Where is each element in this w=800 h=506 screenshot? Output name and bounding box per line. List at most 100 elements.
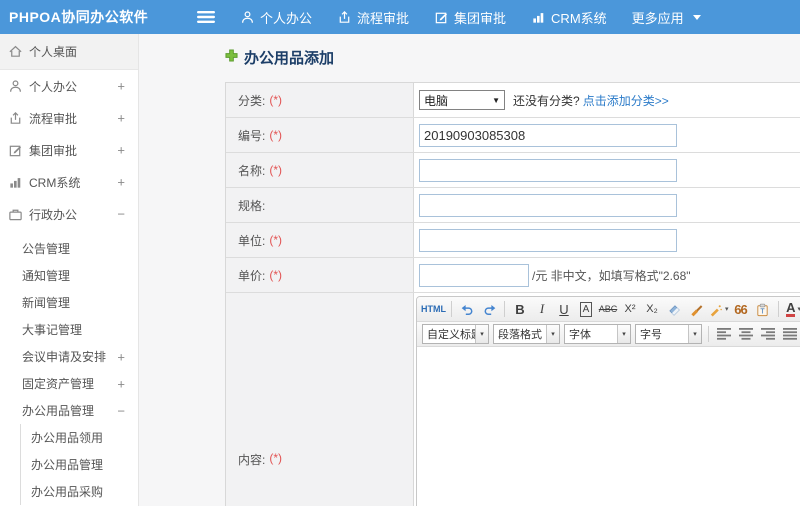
undo-button[interactable]	[457, 299, 477, 319]
expand-plus-icon[interactable]: +	[117, 376, 125, 391]
nav-workflow-approval[interactable]: 流程审批	[337, 8, 409, 27]
font-size-select[interactable]: 字号 ▾	[635, 324, 702, 344]
strikethrough-button[interactable]: ABC	[598, 299, 618, 319]
toolbar-separator	[504, 301, 505, 317]
autotypeset-button[interactable]: A	[576, 299, 596, 319]
required-asterisk: (*)	[269, 268, 283, 282]
sidebar-item-supplies-requisition[interactable]: 办公用品领用	[21, 424, 138, 451]
briefcase-icon	[8, 207, 23, 222]
select-caret-icon: ▾	[546, 325, 559, 343]
form-row-code: 编号: (*)	[226, 118, 800, 153]
align-right-icon[interactable]	[758, 324, 778, 344]
sidebar-item-events-mgmt[interactable]: 大事记管理	[0, 316, 138, 343]
label-text: 单价:	[238, 268, 266, 283]
nav-personal-office[interactable]: 个人办公	[240, 8, 312, 27]
field-value	[414, 188, 800, 222]
font-color-button[interactable]: A ▾	[784, 299, 800, 319]
svg-text:T: T	[760, 308, 765, 315]
paste-as-text-button[interactable]: T	[753, 299, 773, 319]
format-painter-brush-icon[interactable]	[686, 299, 706, 319]
unit-input[interactable]	[419, 228, 677, 252]
expand-plus-icon[interactable]: +	[117, 349, 125, 364]
sidebar-item-label: CRM系统	[29, 175, 81, 190]
field-value	[414, 153, 800, 187]
nav-group-approval[interactable]: 集团审批	[434, 8, 506, 27]
sidebar-item-crm-system[interactable]: CRM系统 +	[0, 166, 138, 198]
superscript-button[interactable]: X²	[620, 299, 640, 319]
expand-plus-icon[interactable]: +	[117, 111, 125, 126]
label-text: 编号:	[238, 128, 266, 143]
subscript-button[interactable]: X₂	[642, 299, 662, 319]
align-center-icon[interactable]	[736, 324, 756, 344]
field-value: 电脑 ▼ 还没有分类? 点击添加分类>>	[414, 83, 800, 117]
sidebar-item-meeting-mgmt[interactable]: 会议申请及安排 +	[0, 343, 138, 370]
custom-title-select[interactable]: 自定义标题 ▾	[422, 324, 489, 344]
add-plus-icon	[225, 48, 238, 67]
sidebar-item-workflow-approval[interactable]: 流程审批 +	[0, 102, 138, 134]
label-text: 规格:	[238, 198, 266, 213]
add-supplies-form: 分类: (*) 电脑 ▼ 还没有分类? 点击添加分类>> 编号: (*) 201…	[225, 82, 800, 506]
sidebar-item-personal-desktop[interactable]: 个人桌面	[0, 34, 138, 70]
code-input[interactable]	[419, 123, 677, 147]
edit-icon	[434, 10, 449, 25]
source-code-button[interactable]: HTML	[421, 299, 446, 319]
select-caret-icon: ▾	[617, 325, 630, 343]
font-family-select[interactable]: 字体 ▾	[564, 324, 631, 344]
sidebar-item-label: 个人办公	[29, 79, 78, 94]
sidebar-item-personal-office[interactable]: 个人办公 +	[0, 70, 138, 102]
sidebar-item-label: 办公用品领用	[31, 431, 104, 445]
sidebar-item-label: 办公用品采购	[31, 485, 104, 499]
select-caret-icon: ▾	[475, 325, 488, 343]
collapse-minus-icon[interactable]: −	[117, 403, 125, 418]
select-label: 自定义标题	[427, 329, 475, 341]
sidebar-item-admin-office[interactable]: 行政办公 −	[0, 198, 138, 230]
paragraph-format-select[interactable]: 段落格式 ▾	[493, 324, 560, 344]
sidebar-item-supplies-purchase[interactable]: 办公用品采购	[21, 478, 138, 505]
field-value	[414, 223, 800, 257]
align-justify-icon[interactable]	[780, 324, 800, 344]
sidebar-item-supplies-manage[interactable]: 办公用品管理	[21, 451, 138, 478]
redo-button[interactable]	[479, 299, 499, 319]
hamburger-menu-icon[interactable]	[196, 10, 216, 29]
select-label: 字体	[569, 329, 591, 341]
category-select[interactable]: 电脑 ▼	[419, 90, 505, 110]
select-caret-icon: ▼	[492, 95, 500, 105]
blockquote-button[interactable]: 66	[731, 299, 751, 319]
top-nav: 个人办公 流程审批 集团审批 CRM系统 更多应用	[240, 0, 726, 34]
align-left-icon[interactable]	[714, 324, 734, 344]
eraser-format-button[interactable]	[664, 299, 684, 319]
italic-button[interactable]: I	[532, 299, 552, 319]
sidebar-item-notice-mgmt[interactable]: 通知管理	[0, 262, 138, 289]
nav-label: 流程审批	[357, 10, 410, 26]
bold-button[interactable]: B	[510, 299, 530, 319]
spec-input[interactable]	[419, 193, 677, 217]
nav-more-apps[interactable]: 更多应用	[632, 8, 701, 27]
field-value	[414, 118, 800, 152]
add-category-link[interactable]: 点击添加分类>>	[583, 92, 669, 109]
sidebar-item-announcement-mgmt[interactable]: 公告管理	[0, 235, 138, 262]
nav-crm-system[interactable]: CRM系统	[531, 8, 607, 27]
expand-plus-icon[interactable]: +	[117, 175, 125, 190]
name-input[interactable]	[419, 158, 677, 182]
label-text: 单位:	[238, 233, 266, 248]
main-content: 办公用品添加 分类: (*) 电脑 ▼ 还没有分类? 点击添加分类>> 编号: …	[139, 34, 800, 506]
sidebar-item-fixed-assets-mgmt[interactable]: 固定资产管理 +	[0, 370, 138, 397]
sidebar-item-office-supplies-mgmt[interactable]: 办公用品管理 −	[0, 397, 138, 424]
expand-plus-icon[interactable]: +	[117, 143, 125, 158]
sidebar-item-label: 公告管理	[22, 242, 71, 256]
required-asterisk: (*)	[269, 451, 283, 465]
field-label: 分类: (*)	[226, 83, 414, 117]
autotypeset-glyph: A	[579, 301, 593, 317]
sidebar-item-group-approval[interactable]: 集团审批 +	[0, 134, 138, 166]
collapse-minus-icon[interactable]: −	[117, 207, 125, 222]
price-input[interactable]	[419, 263, 529, 287]
underline-button[interactable]: U	[554, 299, 574, 319]
expand-plus-icon[interactable]: +	[117, 79, 125, 94]
field-label: 单价: (*)	[226, 258, 414, 292]
form-row-spec: 规格:	[226, 188, 800, 223]
flow-share-icon	[8, 111, 23, 126]
editor-content-area[interactable]	[417, 347, 800, 506]
required-asterisk: (*)	[269, 163, 283, 177]
sidebar-item-news-mgmt[interactable]: 新闻管理	[0, 289, 138, 316]
magic-format-pen-button[interactable]: ▾	[708, 299, 729, 319]
